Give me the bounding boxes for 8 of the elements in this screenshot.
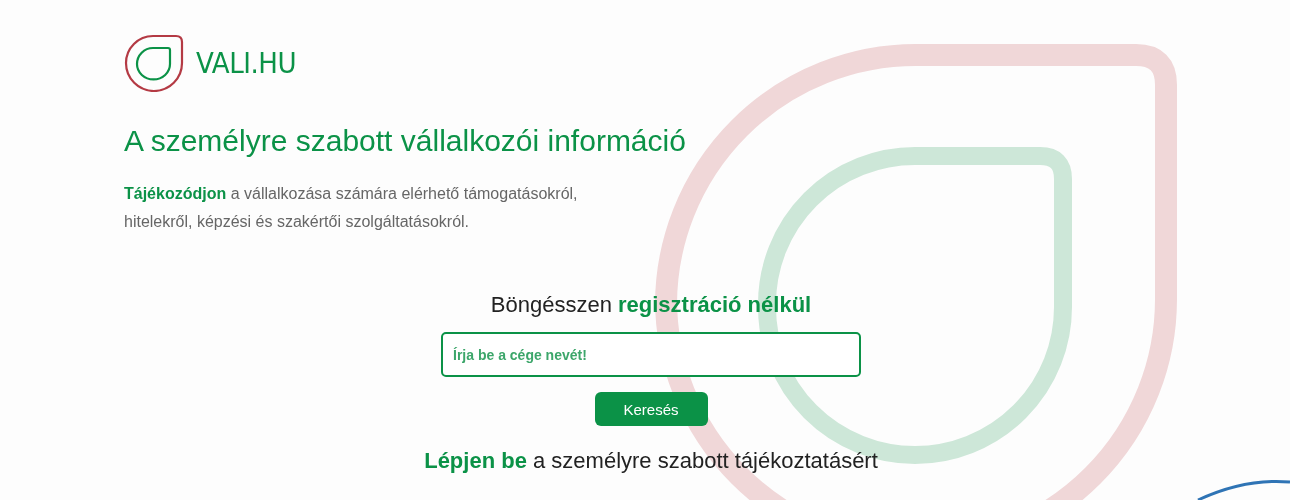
login-text: Lépjen be a személyre szabott tájékoztatásért xyxy=(424,448,878,474)
intro-text: Tájékozódjon a vállalkozása számára elérhető támogatásokról, hitelekről, képzési és szakértői szolgáltatásokról. xyxy=(124,184,579,232)
company-search-field[interactable]: Írja be a cége nevét! xyxy=(441,332,861,377)
search-button[interactable]: Keresés xyxy=(594,392,708,426)
page-title: A személyre szabott vállalkozói információ xyxy=(124,124,687,158)
browse-heading: Böngésszen regisztráció nélkül xyxy=(490,292,812,318)
logo-text: VALI.HU xyxy=(196,46,297,80)
logo-icon xyxy=(124,34,184,92)
